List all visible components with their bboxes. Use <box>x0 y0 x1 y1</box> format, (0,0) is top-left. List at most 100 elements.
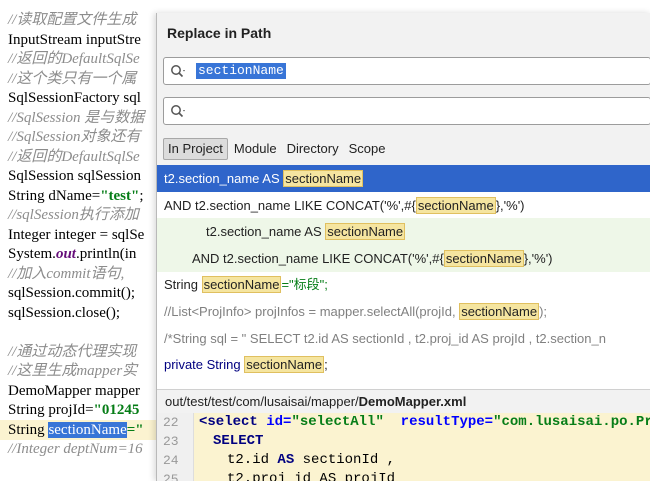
result-row[interactable]: private String sectionName; <box>157 351 650 378</box>
line-number: 24 <box>163 453 179 468</box>
result-text: /*String sql = " SELECT t2.id AS section… <box>164 330 606 346</box>
scope-tab-scope[interactable]: Scope <box>345 139 390 159</box>
search-value: sectionName <box>196 63 286 79</box>
result-row[interactable]: String sectionName ="标段"; <box>157 271 650 298</box>
comment-line: //读取配置文件生成 <box>8 10 136 30</box>
comment-line: //这个类只有一个属 <box>8 69 136 89</box>
preview-line-22: <select id="selectAll" resultType="com.l… <box>199 413 650 432</box>
sql-text: t2.proj_id AS projId <box>227 471 396 481</box>
string-literal: "01245 <box>93 402 140 418</box>
code-text: =" <box>126 421 144 438</box>
result-text: AND t2.section_name LIKE CONCAT('%',#{ <box>164 197 416 213</box>
code-text: Integer integer = sqlSe <box>8 226 145 243</box>
code-text: System. <box>8 246 56 262</box>
code-text: //读取配置文件生成 <box>8 12 137 28</box>
search-icon[interactable] <box>170 64 186 80</box>
replace-in-path-dialog: Replace in Path sectionName In Project Mo… <box>156 13 650 481</box>
code-line: DemoMapper mapper <box>8 381 140 401</box>
xml-attr: resultType= <box>400 414 494 430</box>
results-list[interactable]: t2.section_name AS sectionName AND t2.sec… <box>157 165 650 389</box>
comment-line: //SqlSession对象还有 <box>8 127 141 147</box>
comment-line: //返回的DefaultSqlSe <box>8 49 140 69</box>
dialog-title: Replace in Path <box>167 25 272 41</box>
result-text: //List<ProjInfo> projInfos = mapper.sele… <box>164 304 460 319</box>
code-text: //通过动态代理实现 <box>8 343 137 360</box>
sql-keyword: SELECT <box>213 433 264 449</box>
string-literal: "test" <box>100 187 140 204</box>
code-text: SqlSessionFactory sql <box>8 90 141 106</box>
scope-tab-module[interactable]: Module <box>230 139 281 159</box>
path-prefix: out/test/test/com/lusaisai/mapper/ <box>165 394 359 409</box>
code-text: //SqlSession 是与数据 <box>8 109 145 126</box>
match-highlight: sectionName <box>415 196 496 214</box>
code-text: String <box>8 421 49 438</box>
code-text: //SqlSession对象还有 <box>8 129 141 145</box>
result-text: private String <box>164 357 245 373</box>
comment-line: //sqlSession执行添加 <box>8 205 139 225</box>
code-text: //这个类只有一个属 <box>8 70 137 87</box>
match-highlight: sectionName <box>201 276 282 294</box>
code-line: sqlSession.close(); <box>8 303 120 323</box>
static-field: out <box>55 246 76 262</box>
result-text: ="标段"; <box>281 277 328 293</box>
search-icon[interactable] <box>170 104 186 120</box>
comment-line: //通过动态代理实现 <box>8 342 136 362</box>
scope-tab-directory[interactable]: Directory <box>283 139 343 159</box>
code-text: DemoMapper mapper <box>8 382 141 399</box>
result-text: AND t2.section_name LIKE CONCAT('%',#{ <box>192 250 444 266</box>
comment-line: //SqlSession 是与数据 <box>8 108 144 128</box>
code-text: String projId= <box>8 402 94 418</box>
result-text: t2.section_name AS <box>206 224 326 240</box>
xml-tag: <select <box>199 414 267 430</box>
comment-line: //返回的DefaultSqlSe <box>8 147 140 167</box>
code-line: System.out.println(in <box>8 244 136 264</box>
result-text: },'%') <box>495 197 525 213</box>
sql-text: sectionId , <box>294 452 396 468</box>
selected-identifier: sectionName <box>48 421 127 438</box>
preview-line-24: t2.id AS sectionId , <box>227 451 395 470</box>
file-path-bar: out/test/test/com/lusaisai/mapper/DemoMa… <box>157 389 650 413</box>
match-highlight: sectionName <box>244 356 325 374</box>
result-text: },'%') <box>523 250 553 266</box>
result-row[interactable]: t2.section_name AS sectionName <box>157 218 650 246</box>
sql-keyword: AS <box>277 452 295 468</box>
comment-line: //Integer deptNum=16 <box>8 439 143 459</box>
code-text: SqlSession sqlSession <box>8 168 141 184</box>
code-text: String dName= <box>8 187 101 204</box>
comment-line: //加入commit语句, <box>8 264 124 284</box>
code-line: String sectionName=" <box>0 419 156 440</box>
xml-value: "com.lusaisai.po.ProjInfo <box>493 414 650 430</box>
line-number: 25 <box>163 472 179 481</box>
code-text: sqlSession.close(); <box>8 304 121 321</box>
scope-tab-in-project[interactable]: In Project <box>163 138 228 160</box>
result-text: ); <box>539 304 548 319</box>
match-highlight: sectionName <box>325 223 406 241</box>
result-row[interactable]: //List<ProjInfo> projInfos = mapper.sele… <box>157 298 650 325</box>
code-preview[interactable]: 22 23 24 25 <select id="selectAll" resultTy… <box>157 413 650 481</box>
result-row[interactable]: /*String sql = " SELECT t2.id AS section… <box>157 325 650 352</box>
code-text: //加入commit语句, <box>8 265 125 282</box>
code-text: .println(in <box>75 246 137 262</box>
result-row[interactable]: t2.section_name AS sectionName <box>157 165 650 192</box>
line-number: 23 <box>163 434 179 449</box>
match-highlight: sectionName <box>283 170 364 187</box>
code-text: //sqlSession执行添加 <box>8 207 139 223</box>
sql-text: t2.id <box>227 452 278 468</box>
result-text: String <box>164 277 202 293</box>
code-line: Integer integer = sqlSe <box>8 225 144 245</box>
code-line: String projId="01245 <box>8 400 139 420</box>
code-line: SqlSessionFactory sql <box>8 88 141 108</box>
code-line: String dName="test"; <box>8 186 144 206</box>
comment-line: //这里生成mapper实 <box>8 361 137 381</box>
code-text: //Integer deptNum=16 <box>8 441 143 457</box>
code-text: InputStream inputStre <box>8 31 141 48</box>
match-highlight: sectionName <box>443 249 524 267</box>
replace-input[interactable] <box>163 97 650 125</box>
line-number: 22 <box>163 415 179 430</box>
preview-line-25: t2.proj_id AS projId <box>227 470 395 481</box>
result-row[interactable]: AND t2.section_name LIKE CONCAT('%',#{se… <box>157 244 650 272</box>
search-input[interactable]: sectionName <box>163 57 650 85</box>
match-highlight: sectionName <box>459 303 540 320</box>
result-row[interactable]: AND t2.section_name LIKE CONCAT('%',#{se… <box>157 192 650 219</box>
line-gutter: 22 23 24 25 <box>157 413 194 481</box>
